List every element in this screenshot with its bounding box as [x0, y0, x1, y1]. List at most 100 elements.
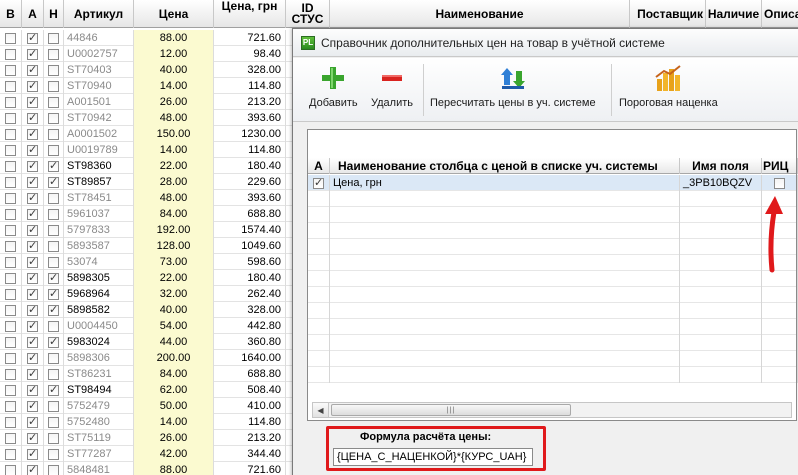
checkbox-a[interactable] [27, 63, 38, 76]
checkbox-a[interactable] [27, 383, 38, 396]
col-header-column-name[interactable]: Наименование столбца с ценой в списке уч… [330, 158, 680, 174]
checkbox-n[interactable] [48, 208, 59, 220]
col-header-field-name[interactable]: Имя поля [680, 158, 762, 174]
col-header-id-stus[interactable]: ID СТУС [286, 0, 330, 28]
checkbox-b[interactable] [5, 32, 16, 44]
checkbox-a[interactable] [27, 415, 38, 428]
checkbox-b[interactable] [5, 432, 16, 444]
col-header-supplier[interactable]: Поставщик [630, 0, 706, 28]
checkbox-b[interactable] [5, 208, 16, 220]
checkbox-a[interactable] [27, 399, 38, 412]
checkbox-b[interactable] [5, 64, 16, 76]
checkbox-n[interactable] [48, 383, 59, 396]
checkbox-n[interactable] [48, 287, 59, 300]
table-row[interactable]: Цена, грн_3PB10BQZV [308, 175, 798, 191]
scroll-thumb[interactable]: ||| [331, 404, 571, 416]
formula-input[interactable]: {ЦЕНА_С_НАЦЕНКОЙ}*{КУРС_UAH} [333, 448, 533, 466]
checkbox-n[interactable] [48, 48, 59, 60]
checkbox-a[interactable] [27, 223, 38, 236]
checkbox-n[interactable] [48, 224, 59, 236]
checkbox-a[interactable] [27, 207, 38, 220]
col-header-n[interactable]: Н [44, 0, 64, 28]
add-button[interactable]: Добавить [309, 62, 358, 118]
col-header-b[interactable]: В [0, 0, 22, 28]
checkbox-a[interactable] [27, 31, 38, 44]
checkbox-n[interactable] [48, 240, 59, 252]
checkbox-extra[interactable] [774, 177, 785, 189]
checkbox-a[interactable] [27, 351, 38, 364]
checkbox-b[interactable] [5, 176, 16, 188]
checkbox-a[interactable] [27, 79, 38, 92]
checkbox-n[interactable] [48, 352, 59, 364]
checkbox-n[interactable] [48, 464, 59, 475]
checkbox-b[interactable] [5, 144, 16, 156]
checkbox-b[interactable] [5, 128, 16, 140]
checkbox-n[interactable] [48, 144, 59, 156]
checkbox-n[interactable] [48, 159, 59, 172]
checkbox-n[interactable] [48, 128, 59, 140]
checkbox-b[interactable] [5, 336, 16, 348]
col-header-article[interactable]: Артикул [64, 0, 134, 28]
checkbox-a[interactable] [27, 111, 38, 124]
checkbox-a[interactable] [27, 239, 38, 252]
checkbox-b[interactable] [5, 192, 16, 204]
checkbox-a[interactable] [27, 191, 38, 204]
checkbox-n[interactable] [48, 80, 59, 92]
checkbox-b[interactable] [5, 304, 16, 316]
checkbox-a[interactable] [27, 319, 38, 332]
checkbox-b[interactable] [5, 272, 16, 284]
col-header-price[interactable]: Цена [134, 0, 214, 28]
checkbox-b[interactable] [5, 288, 16, 300]
checkbox-n[interactable] [48, 271, 59, 284]
checkbox-n[interactable] [48, 448, 59, 460]
col-header-a[interactable]: А [22, 0, 44, 28]
recalculate-prices-button[interactable]: Пересчитать цены в уч. системе [430, 62, 596, 118]
checkbox-b[interactable] [5, 416, 16, 428]
checkbox-b[interactable] [5, 368, 16, 380]
checkbox-n[interactable] [48, 416, 59, 428]
checkbox-a[interactable] [27, 159, 38, 172]
col-header-stock[interactable]: Наличие [706, 0, 762, 28]
checkbox-a[interactable] [27, 271, 38, 284]
col-header-name[interactable]: Наименование [330, 0, 630, 28]
checkbox-n[interactable] [48, 303, 59, 316]
col-header-extra[interactable]: РИЦ [762, 158, 798, 174]
checkbox-b[interactable] [5, 240, 16, 252]
checkbox-b[interactable] [5, 448, 16, 460]
checkbox-b[interactable] [5, 384, 16, 396]
checkbox-a[interactable] [27, 95, 38, 108]
checkbox-b[interactable] [5, 256, 16, 268]
checkbox-n[interactable] [48, 400, 59, 412]
checkbox-a[interactable] [27, 447, 38, 460]
checkbox-n[interactable] [48, 64, 59, 76]
checkbox-a[interactable] [27, 367, 38, 380]
checkbox-a[interactable] [27, 463, 38, 475]
checkbox-n[interactable] [48, 112, 59, 124]
checkbox-a[interactable] [27, 175, 38, 188]
checkbox-n[interactable] [48, 32, 59, 44]
horizontal-scrollbar[interactable]: ◀ ||| [312, 402, 792, 418]
checkbox-a[interactable] [27, 255, 38, 268]
checkbox-n[interactable] [48, 320, 59, 332]
col-header-a[interactable]: А [308, 158, 330, 174]
col-header-desc[interactable]: Описа [762, 0, 798, 28]
checkbox-a[interactable] [27, 47, 38, 60]
checkbox-n[interactable] [48, 256, 59, 268]
checkbox-a[interactable] [313, 176, 324, 189]
checkbox-b[interactable] [5, 160, 16, 172]
checkbox-a[interactable] [27, 431, 38, 444]
checkbox-n[interactable] [48, 368, 59, 380]
checkbox-n[interactable] [48, 335, 59, 348]
checkbox-b[interactable] [5, 224, 16, 236]
dialog-titlebar[interactable]: PL Справочник дополнительных цен на това… [293, 29, 798, 57]
checkbox-b[interactable] [5, 352, 16, 364]
col-header-price-uah[interactable]: Цена, грн [214, 0, 286, 28]
checkbox-b[interactable] [5, 400, 16, 412]
checkbox-b[interactable] [5, 80, 16, 92]
checkbox-n[interactable] [48, 192, 59, 204]
checkbox-n[interactable] [48, 432, 59, 444]
checkbox-b[interactable] [5, 48, 16, 60]
checkbox-a[interactable] [27, 303, 38, 316]
checkbox-b[interactable] [5, 112, 16, 124]
delete-button[interactable]: Удалить [371, 62, 413, 118]
